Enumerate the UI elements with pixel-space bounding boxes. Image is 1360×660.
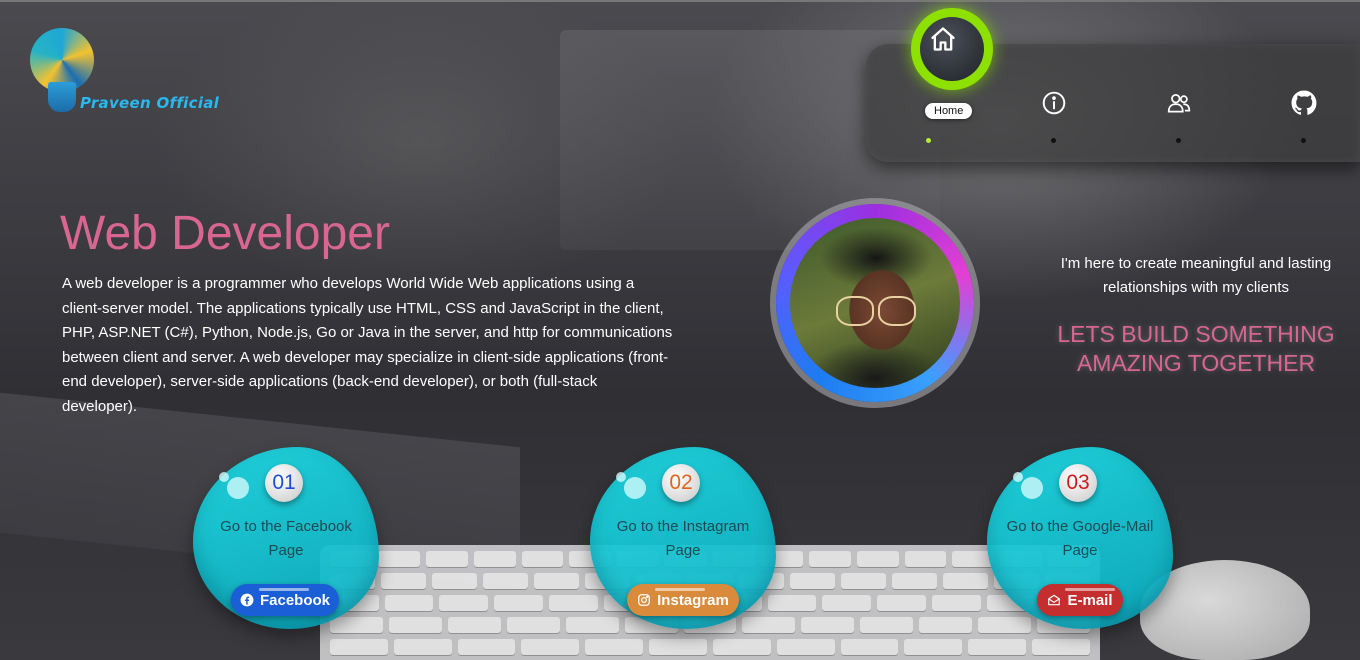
nav-item-team[interactable] xyxy=(1139,44,1219,162)
card-number: 03 xyxy=(1059,464,1097,502)
card-text: Go to the Facebook Page xyxy=(220,518,352,559)
brand-logo[interactable]: Praveen Official xyxy=(30,28,219,118)
main-navigation: Home xyxy=(866,8,1360,162)
brand-name: Praveen Official xyxy=(80,94,220,112)
home-icon xyxy=(931,27,955,51)
nav-item-github[interactable] xyxy=(1264,44,1344,162)
nav-item-about[interactable] xyxy=(1014,44,1094,162)
facebook-button-label: Facebook xyxy=(259,591,331,609)
card-facebook: 01 Go to the Facebook Page Facebook xyxy=(193,447,379,629)
call-to-action: LETS BUILD SOMETHING AMAZING TOGETHER xyxy=(1057,321,1335,376)
instagram-icon xyxy=(638,594,651,606)
hero-description: A web developer is a programmer who deve… xyxy=(62,275,673,415)
facebook-icon xyxy=(240,593,254,607)
home-bubble[interactable] xyxy=(911,8,993,90)
email-button[interactable]: E-mail xyxy=(1037,584,1123,616)
nav-indicator-dot xyxy=(1301,138,1306,143)
card-email: 03 Go to the Google-Mail Page E-mail xyxy=(987,447,1173,629)
info-icon xyxy=(1042,91,1066,115)
profile-avatar-ring xyxy=(776,204,974,402)
nav-indicator-dot xyxy=(1051,138,1056,143)
profile-tagline: I'm here to create meaningful and lastin… xyxy=(1060,255,1332,296)
logo-icon xyxy=(30,28,94,112)
instagram-button[interactable]: Instagram xyxy=(627,584,739,616)
instagram-button-label: Instagram xyxy=(657,591,729,609)
facebook-button[interactable]: Facebook xyxy=(231,584,339,616)
card-number: 02 xyxy=(662,464,700,502)
github-icon xyxy=(1291,90,1317,115)
nav-item-home[interactable]: Home xyxy=(889,8,993,162)
nav-indicator-dot xyxy=(926,138,931,143)
hero-title: Web Developer xyxy=(60,207,390,260)
email-button-label: E-mail xyxy=(1067,591,1113,609)
nav-indicator-dot xyxy=(1176,138,1181,143)
card-number: 01 xyxy=(265,464,303,502)
users-icon xyxy=(1167,94,1191,113)
profile-avatar xyxy=(790,218,960,388)
card-text: Go to the Google-Mail Page xyxy=(1006,518,1154,559)
nav-label-home: Home xyxy=(925,103,973,119)
top-border xyxy=(0,0,1360,2)
card-instagram: 02 Go to the Instagram Page Instagram xyxy=(590,447,776,629)
mail-icon xyxy=(1048,594,1061,606)
card-text: Go to the Instagram Page xyxy=(616,518,750,559)
